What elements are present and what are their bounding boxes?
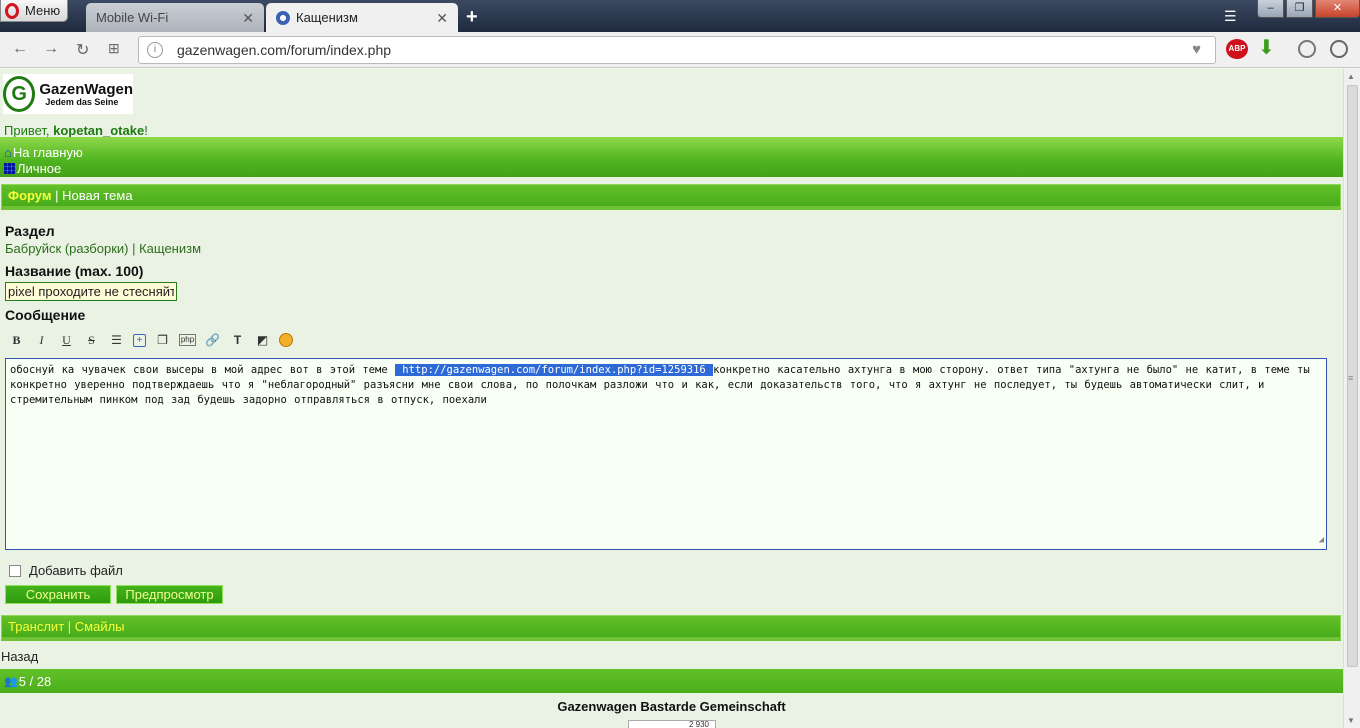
list-icon[interactable]: ☰ [108, 332, 125, 348]
section-label: Раздел [5, 223, 55, 239]
attach-file-label: Добавить файл [29, 563, 123, 578]
site-favicon-icon [276, 10, 290, 25]
online-users-bar: 👥 5 / 28 [0, 669, 1343, 693]
back-link[interactable]: Назад [1, 649, 38, 664]
reload-icon[interactable]: ↻ [76, 40, 89, 60]
greeting-suffix: ! [144, 123, 148, 138]
browser-tab-bar: Меню Mobile Wi-Fi ✕ Кащенизм ✕ + ☰ – ❐ ✕ [0, 0, 1360, 32]
close-tab-icon[interactable]: ✕ [242, 10, 254, 27]
preview-button[interactable]: Предпросмотр [116, 585, 223, 604]
strikethrough-button[interactable]: S [83, 332, 100, 348]
address-bar[interactable]: i gazenwagen.com/forum/index.php ♥ [138, 36, 1216, 64]
close-tab-icon[interactable]: ✕ [436, 10, 448, 27]
visit-counter[interactable]: 2 930 [628, 720, 716, 728]
link-icon[interactable]: 🔗 [204, 332, 221, 348]
breadcrumb-separator: | [51, 188, 63, 203]
spoiler-plus-icon[interactable]: + [133, 334, 146, 347]
tab-kashchenizm[interactable]: Кащенизм ✕ [266, 3, 458, 32]
minimize-icon[interactable]: – [1257, 0, 1284, 18]
text-color-icon[interactable]: T [229, 332, 246, 348]
close-window-icon[interactable]: ✕ [1315, 0, 1360, 18]
scroll-down-icon[interactable]: ▼ [1347, 716, 1355, 725]
smiley-icon[interactable] [279, 333, 293, 347]
resize-grip-icon[interactable]: ◢ [1319, 533, 1324, 548]
message-selected-link: http://gazenwagen.com/forum/index.php?id… [394, 364, 714, 376]
back-arrow-icon[interactable]: ← [12, 40, 28, 58]
breadcrumb: Форум | Новая тема [1, 184, 1341, 210]
new-tab-plus-icon[interactable]: + [466, 6, 478, 29]
smiles-link[interactable]: Смайлы [75, 619, 125, 634]
copy-icon[interactable]: ❐ [154, 332, 171, 348]
extras-separator: | [64, 619, 75, 634]
adblock-plus-icon[interactable]: ABP [1226, 39, 1248, 59]
maximize-icon[interactable]: ❐ [1286, 0, 1313, 18]
user-greeting: Привет, kopetan_otake! [4, 123, 148, 138]
nav-personal-label: Личное [17, 161, 62, 176]
message-text-before: обоснуй ка чувачек свои высеры в мой адр… [10, 364, 395, 376]
scroll-grip-icon: ≡ [1348, 373, 1354, 383]
extras-bar: Транслит | Смайлы [1, 615, 1341, 641]
php-code-icon[interactable]: php [179, 334, 196, 346]
italic-button[interactable]: I [33, 332, 50, 348]
opera-menu-button[interactable]: Меню [0, 0, 68, 22]
section-path[interactable]: Бабруйск (разборки) | Кащенизм [5, 241, 201, 256]
users-icon: 👥 [4, 675, 18, 688]
profile-icon[interactable] [1330, 40, 1348, 58]
bbcode-toolbar: B I U S ☰ + ❐ php 🔗 T ◩ [8, 332, 293, 348]
title-label: Название (max. 100) [5, 263, 144, 279]
attach-file-checkbox[interactable] [9, 564, 21, 577]
tab-title: Mobile Wi-Fi [96, 10, 169, 25]
greeting-prefix: Привет, [4, 123, 54, 138]
page-scrollbar[interactable]: ▲ ≡ ▼ [1343, 69, 1360, 728]
logo-slogan: Jedem das Seine [45, 96, 119, 107]
tab-menu-icon[interactable]: ☰ [1224, 8, 1237, 25]
main-nav: ⌂ На главную Личное [0, 137, 1343, 177]
save-button[interactable]: Сохранить [5, 585, 111, 604]
tab-mobile-wifi[interactable]: Mobile Wi-Fi ✕ [86, 3, 264, 32]
opera-menu-label: Меню [25, 3, 61, 18]
download-arrow-icon[interactable]: ⬇ [1258, 35, 1275, 60]
nav-personal-link[interactable]: Личное [4, 161, 61, 176]
breadcrumb-forum-link[interactable]: Форум [8, 188, 51, 203]
bold-button[interactable]: B [8, 332, 25, 348]
attach-file-row: Добавить файл [9, 563, 123, 578]
opera-logo-icon [5, 2, 19, 19]
footer-title: Gazenwagen Bastarde Gemeinschaft [557, 699, 786, 714]
underline-button[interactable]: U [58, 332, 75, 348]
message-label: Сообщение [5, 307, 86, 323]
browser-toolbar: ← → ↻ ⊞ i gazenwagen.com/forum/index.php… [0, 32, 1360, 68]
logo-name: GazenWagen [39, 80, 133, 98]
speed-dial-grid-icon[interactable]: ⊞ [108, 40, 120, 57]
title-input[interactable] [5, 282, 177, 301]
breadcrumb-current: Новая тема [62, 188, 133, 203]
background-color-icon[interactable]: ◩ [254, 332, 271, 348]
username[interactable]: kopetan_otake [53, 123, 144, 138]
site-info-icon[interactable]: i [147, 42, 163, 58]
grid-icon [4, 163, 15, 174]
translit-link[interactable]: Транслит [8, 619, 64, 634]
update-icon[interactable] [1298, 40, 1316, 58]
nav-home-link[interactable]: ⌂ На главную [4, 145, 83, 160]
page-viewport: G GazenWagen Jedem das Seine Привет, kop… [0, 69, 1343, 728]
scroll-up-icon[interactable]: ▲ [1347, 72, 1355, 81]
gw-logo-icon: G [3, 76, 36, 112]
message-textarea[interactable]: обоснуй ка чувачек свои высеры в мой адр… [5, 358, 1327, 550]
window-controls: – ❐ ✕ [1257, 0, 1360, 18]
heart-bookmark-icon[interactable]: ♥ [1192, 41, 1201, 58]
online-count[interactable]: 5 / 28 [19, 674, 52, 689]
nav-home-label: На главную [12, 145, 83, 160]
forward-arrow-icon[interactable]: → [43, 40, 59, 58]
tab-title: Кащенизм [296, 10, 358, 25]
address-url[interactable]: gazenwagen.com/forum/index.php [177, 42, 391, 58]
site-logo[interactable]: G GazenWagen Jedem das Seine [3, 74, 133, 114]
home-icon: ⌂ [4, 145, 12, 160]
